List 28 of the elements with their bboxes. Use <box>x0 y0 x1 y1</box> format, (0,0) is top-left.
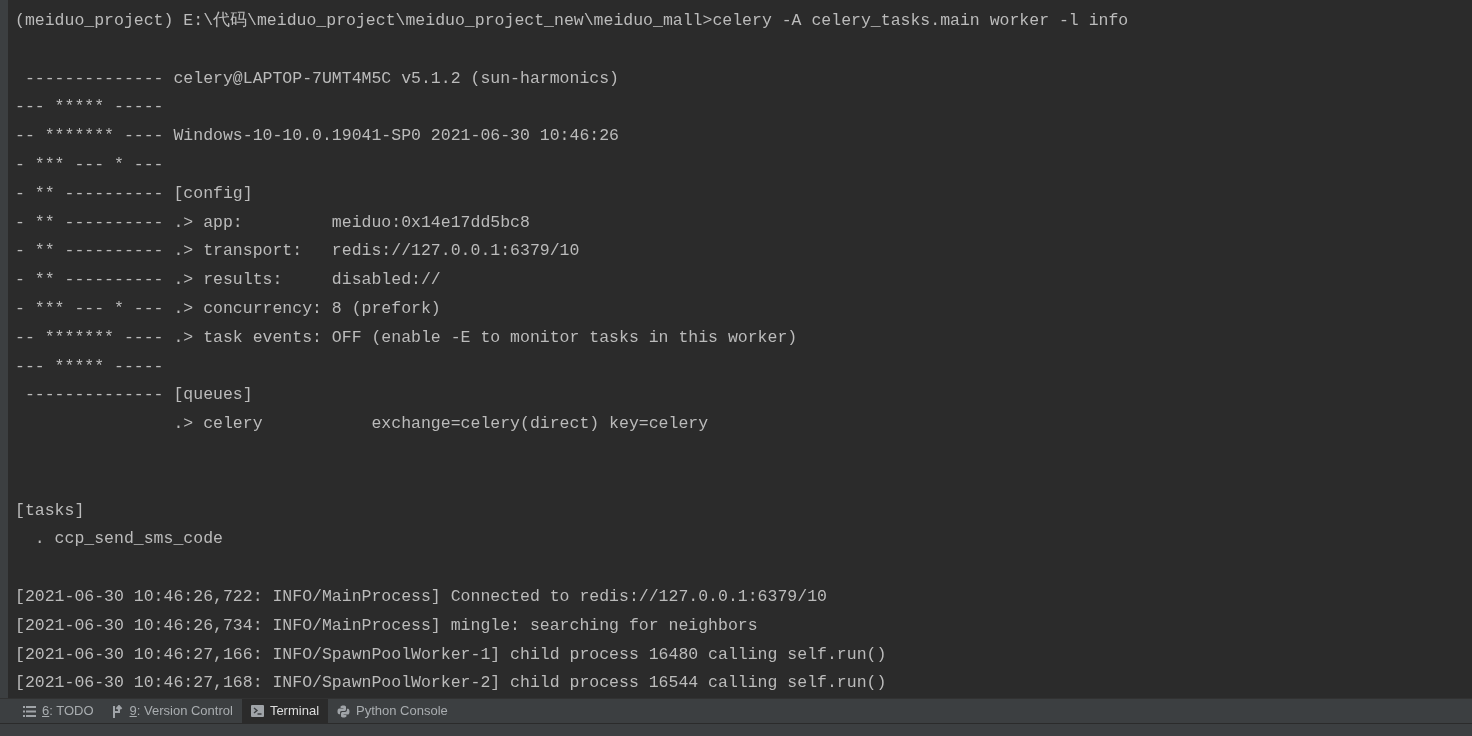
terminal-line: - ** ---------- .> app: meiduo:0x14e17dd5bc8 <box>15 212 530 232</box>
terminal-line: .> celery exchange=celery(direct) key=celery <box>172 414 709 434</box>
terminal-line: - *** --- * --- <box>15 155 164 174</box>
terminal-icon <box>250 705 264 717</box>
terminal-line: [2021-06-30 10:46:26,734: INFO/MainProcess] mingle: searching for neighbors <box>15 615 758 635</box>
terminal-line: (meiduo_project) E:\代码\meiduo_project\meiduo_project_new\meiduo_mall>celery -A celery_tasks.main worker -l info <box>15 11 1129 30</box>
terminal-line: -- ******* ---- Windows-10-10.0.19041-SP0 2021-06-30 10:46:26 <box>15 126 619 146</box>
terminal-line: -------------- [queues] <box>23 385 253 405</box>
tool-window-tab[interactable]: Python Console <box>328 699 457 723</box>
terminal-line: --- ***** ----- <box>15 356 164 376</box>
terminal-line: [2021-06-30 10:46:27,168: INFO/SpawnPoolWorker-2] child process 16544 calling self.run() <box>15 673 887 693</box>
terminal-line: . ccp_send_sms_code <box>33 529 223 549</box>
list-icon <box>23 705 36 717</box>
tool-window-tab[interactable]: 6: TODO <box>14 699 103 723</box>
terminal-line: - *** --- * --- .> concurrency: 8 (prefork) <box>15 298 441 318</box>
terminal-line: [2021-06-30 10:46:26,722: INFO/MainProcess] Connected to redis://127.0.0.1:6379/10 <box>15 586 827 606</box>
terminal-line: - ** ---------- .> transport: redis://127.0.0.1:6379/10 <box>15 241 580 261</box>
tool-window-tab[interactable]: Terminal <box>241 699 328 723</box>
terminal-line: -------------- celery@LAPTOP-7UMT4M5C v5.1.2 (sun-harmonics) <box>23 68 619 88</box>
python-icon <box>337 704 350 718</box>
branch-icon <box>111 704 124 718</box>
terminal-line: - ** ---------- .> results: disabled:// <box>15 270 441 290</box>
terminal-line: [tasks] <box>15 500 85 520</box>
tool-window-tab[interactable]: 9: Version Control <box>102 699 242 723</box>
terminal-line: [2021-06-30 10:46:27,166: INFO/SpawnPoolWorker-1] child process 16480 calling self.run() <box>15 644 887 664</box>
terminal-line: --- ***** ----- <box>15 97 164 117</box>
terminal-line: - ** ---------- [config] <box>15 183 253 203</box>
terminal-line: -- ******* ---- .> task events: OFF (enable -E to monitor tasks in this worker) <box>15 327 798 347</box>
